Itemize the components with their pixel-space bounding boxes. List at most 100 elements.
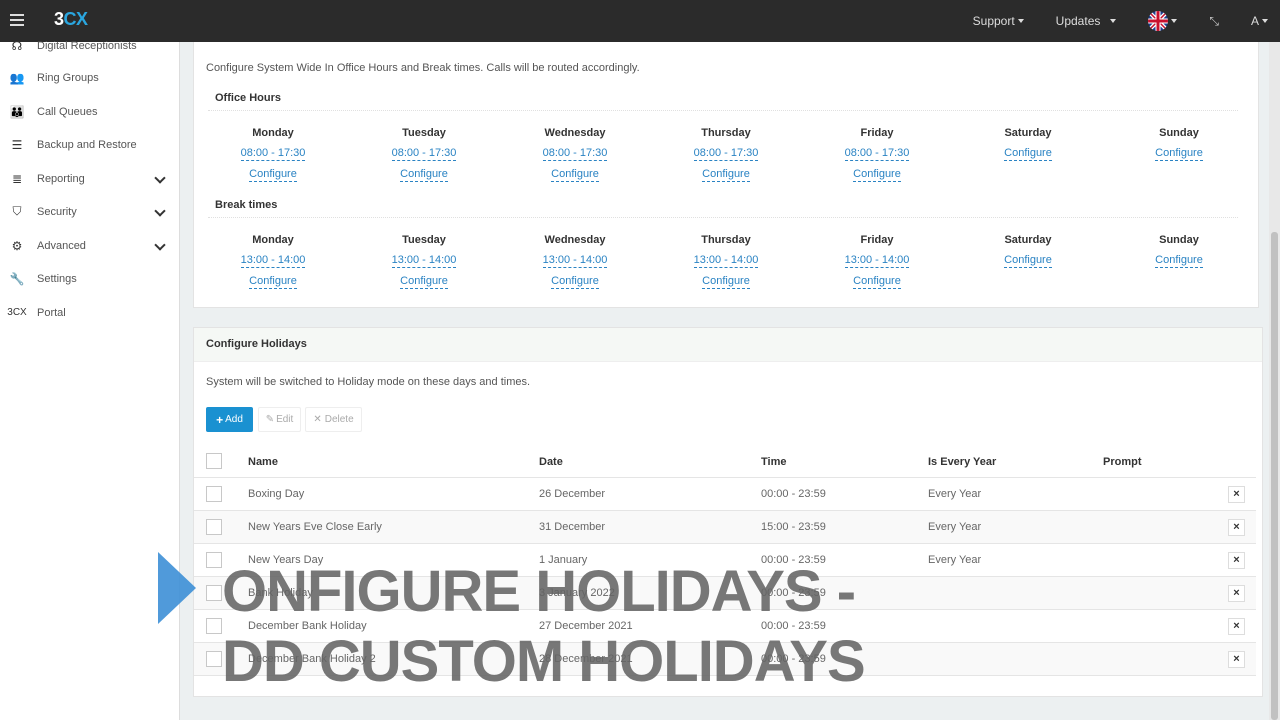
- delete-row-icon[interactable]: ×: [1228, 552, 1245, 569]
- column-header-every-year[interactable]: Is Every Year: [928, 456, 996, 468]
- day-name: Sunday: [1159, 127, 1199, 139]
- wrench-icon: 🔧: [9, 271, 25, 286]
- configure-link[interactable]: Configure: [702, 168, 750, 182]
- configure-link[interactable]: Configure: [853, 275, 901, 289]
- table-row[interactable]: New Years Eve Close Early 31 December 15:0…: [194, 511, 1256, 544]
- column-header-prompt[interactable]: Prompt: [1103, 456, 1142, 468]
- configure-link[interactable]: Configure: [1004, 147, 1052, 161]
- day-name: Wednesday: [544, 127, 606, 139]
- column-header-name[interactable]: Name: [248, 456, 278, 468]
- day-name: Monday: [252, 234, 294, 246]
- sidebar-item-reporting[interactable]: ≣ Reporting: [0, 162, 180, 195]
- day-column-tuesday: Tuesday 08:00 - 17:30 Configure: [364, 126, 484, 189]
- column-header-time[interactable]: Time: [761, 456, 786, 468]
- delete-row-icon[interactable]: ×: [1228, 519, 1245, 536]
- table-row[interactable]: Boxing Day 26 December 00:00 - 23:59 Every …: [194, 478, 1256, 511]
- select-all-checkbox[interactable]: [206, 453, 222, 469]
- configure-link[interactable]: Configure: [1004, 254, 1052, 268]
- row-checkbox[interactable]: [206, 519, 222, 535]
- row-checkbox[interactable]: [206, 618, 222, 634]
- sidebar-item-digital-receptionists[interactable]: ☊ Digital Receptionists: [0, 29, 180, 62]
- list-icon: ≣: [11, 171, 23, 186]
- overlay-title-line-1: ONFIGURE HOLIDAYS -: [222, 560, 856, 624]
- day-name: Thursday: [701, 127, 751, 139]
- time-range-link[interactable]: 08:00 - 17:30: [240, 147, 306, 161]
- holiday-every-year: Every Year: [928, 521, 982, 533]
- day-column-thursday: Thursday 13:00 - 14:00 Configure: [666, 233, 786, 296]
- add-button[interactable]: + Add: [206, 407, 253, 432]
- day-name: Saturday: [1004, 234, 1052, 246]
- day-name: Tuesday: [402, 127, 446, 139]
- user-menu[interactable]: A: [1235, 0, 1280, 42]
- configure-link[interactable]: Configure: [249, 168, 297, 182]
- day-name: Wednesday: [544, 234, 606, 246]
- day-column-tuesday: Tuesday 13:00 - 14:00 Configure: [364, 233, 484, 296]
- time-range-link[interactable]: 08:00 - 17:30: [844, 147, 910, 161]
- break-times-title: Break times: [215, 199, 278, 211]
- column-header-date[interactable]: Date: [539, 456, 563, 468]
- day-name: Saturday: [1004, 127, 1052, 139]
- time-range-link[interactable]: 13:00 - 14:00: [542, 254, 608, 268]
- time-range-link[interactable]: 08:00 - 17:30: [391, 147, 457, 161]
- row-checkbox[interactable]: [206, 585, 222, 601]
- sidebar-item-settings[interactable]: 🔧 Settings: [0, 262, 180, 295]
- day-column-friday: Friday 13:00 - 14:00 Configure: [817, 233, 937, 296]
- configure-link[interactable]: Configure: [551, 168, 599, 182]
- menu-icon[interactable]: [10, 11, 24, 31]
- chevron-down-icon: [154, 172, 166, 184]
- 3cx-icon: 3CX: [7, 307, 27, 318]
- day-column-wednesday: Wednesday 13:00 - 14:00 Configure: [515, 233, 635, 296]
- holidays-title: Configure Holidays: [206, 338, 307, 350]
- database-icon: ☰: [11, 137, 23, 152]
- logo[interactable]: 3CX: [54, 9, 88, 30]
- delete-button[interactable]: ✕ Delete: [305, 407, 362, 432]
- time-range-link[interactable]: 08:00 - 17:30: [693, 147, 759, 161]
- time-range-link[interactable]: 13:00 - 14:00: [240, 254, 306, 268]
- page-scrollbar[interactable]: [1269, 42, 1280, 720]
- sidebar-item-advanced[interactable]: ⚙ Advanced: [0, 229, 180, 262]
- configure-link[interactable]: Configure: [249, 275, 297, 289]
- delete-row-icon[interactable]: ×: [1228, 618, 1245, 635]
- sidebar-item-call-queues[interactable]: 👪 Call Queues: [0, 95, 180, 128]
- configure-link[interactable]: Configure: [853, 168, 901, 182]
- sidebar-item-security[interactable]: ⛉ Security: [0, 195, 180, 228]
- sidebar-item-backup-and-restore[interactable]: ☰ Backup and Restore: [0, 128, 180, 161]
- sidebar-item-ring-groups[interactable]: 👥 Ring Groups: [0, 61, 180, 94]
- day-name: Tuesday: [402, 234, 446, 246]
- office-hours-description: Configure System Wide In Office Hours an…: [206, 62, 640, 74]
- support-menu[interactable]: Support: [957, 0, 1040, 42]
- delete-row-icon[interactable]: ×: [1228, 651, 1245, 668]
- edit-button[interactable]: ✎ Edit: [258, 407, 301, 432]
- updates-menu[interactable]: Updates: [1040, 0, 1133, 42]
- office-hours-title: Office Hours: [215, 92, 282, 104]
- configure-link[interactable]: Configure: [1155, 147, 1203, 161]
- configure-link[interactable]: Configure: [400, 275, 448, 289]
- plus-icon: +: [216, 412, 224, 427]
- delete-row-icon[interactable]: ×: [1228, 585, 1245, 602]
- row-checkbox[interactable]: [206, 651, 222, 667]
- configure-link[interactable]: Configure: [1155, 254, 1203, 268]
- holiday-date: 31 December: [539, 521, 606, 533]
- configure-link[interactable]: Configure: [400, 168, 448, 182]
- time-range-link[interactable]: 13:00 - 14:00: [844, 254, 910, 268]
- holiday-time: 15:00 - 23:59: [761, 521, 826, 533]
- language-menu[interactable]: [1132, 0, 1193, 42]
- configure-link[interactable]: Configure: [551, 275, 599, 289]
- collapse-button[interactable]: ⤡: [1193, 0, 1235, 42]
- day-name: Monday: [252, 127, 294, 139]
- time-range-link[interactable]: 08:00 - 17:30: [542, 147, 608, 161]
- day-name: Sunday: [1159, 234, 1199, 246]
- holiday-name: New Years Eve Close Early: [248, 521, 382, 533]
- configure-link[interactable]: Configure: [702, 275, 750, 289]
- scrollbar-thumb[interactable]: [1271, 232, 1278, 720]
- row-checkbox[interactable]: [206, 486, 222, 502]
- chevron-down-icon: [154, 205, 166, 217]
- day-column-friday: Friday 08:00 - 17:30 Configure: [817, 126, 937, 189]
- row-checkbox[interactable]: [206, 552, 222, 568]
- day-column-thursday: Thursday 08:00 - 17:30 Configure: [666, 126, 786, 189]
- headset-icon: ☊: [11, 38, 23, 53]
- time-range-link[interactable]: 13:00 - 14:00: [693, 254, 759, 268]
- delete-row-icon[interactable]: ×: [1228, 486, 1245, 503]
- sidebar-item-portal[interactable]: 3CX Portal: [0, 296, 180, 329]
- time-range-link[interactable]: 13:00 - 14:00: [391, 254, 457, 268]
